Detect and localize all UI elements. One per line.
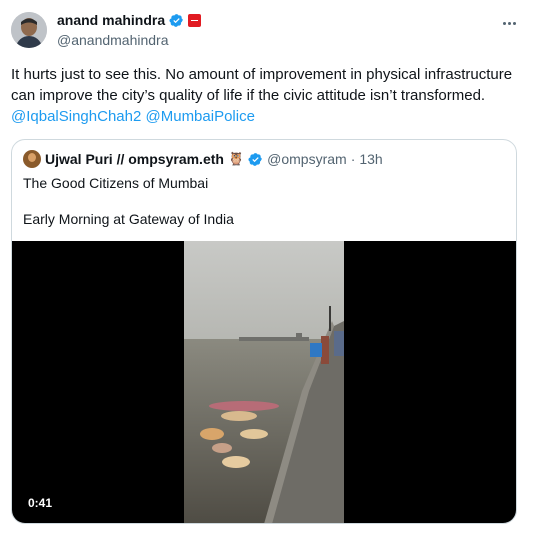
quoted-verified-badge-icon [248,152,263,166]
quoted-tweet-time[interactable]: 13h [359,151,382,167]
author-display-name[interactable]: anand mahindra [57,12,165,28]
quoted-tweet-line-2: Early Morning at Gateway of India [23,211,234,227]
mention-link-2[interactable]: @MumbaiPolice [146,108,255,125]
video-frame [184,241,344,523]
tweet-body: It hurts just to see this. No amount of … [11,66,513,104]
video-duration: 0:41 [25,495,56,511]
quoted-author-avatar[interactable] [23,150,41,168]
more-options-icon[interactable] [500,14,518,32]
quoted-author-handle[interactable]: @ompsyram [267,151,347,167]
mention-link-1[interactable]: @IqbalSinghChah2 [11,108,141,125]
quoted-tweet-line-1: The Good Citizens of Mumbai [23,175,209,191]
quoted-tweet-card[interactable]: Ujwal Puri // ompsyram.eth 🦉 @ompsyram ·… [11,139,517,524]
dot-separator: · [350,151,356,167]
quoted-author-name[interactable]: Ujwal Puri // ompsyram.eth [45,151,224,167]
author-name-row: anand mahindra [57,12,202,28]
owl-emoji-icon: 🦉 [227,151,245,166]
author-avatar[interactable] [11,12,47,48]
quoted-tweet-header: Ujwal Puri // ompsyram.eth 🦉 @ompsyram ·… [23,150,383,168]
affiliate-badge-icon [188,13,202,27]
verified-badge-icon [169,13,184,27]
video-player[interactable]: 0:41 [12,241,516,523]
tweet-text: It hurts just to see this. No amount of … [11,64,516,127]
author-handle[interactable]: @anandmahindra [57,32,169,48]
